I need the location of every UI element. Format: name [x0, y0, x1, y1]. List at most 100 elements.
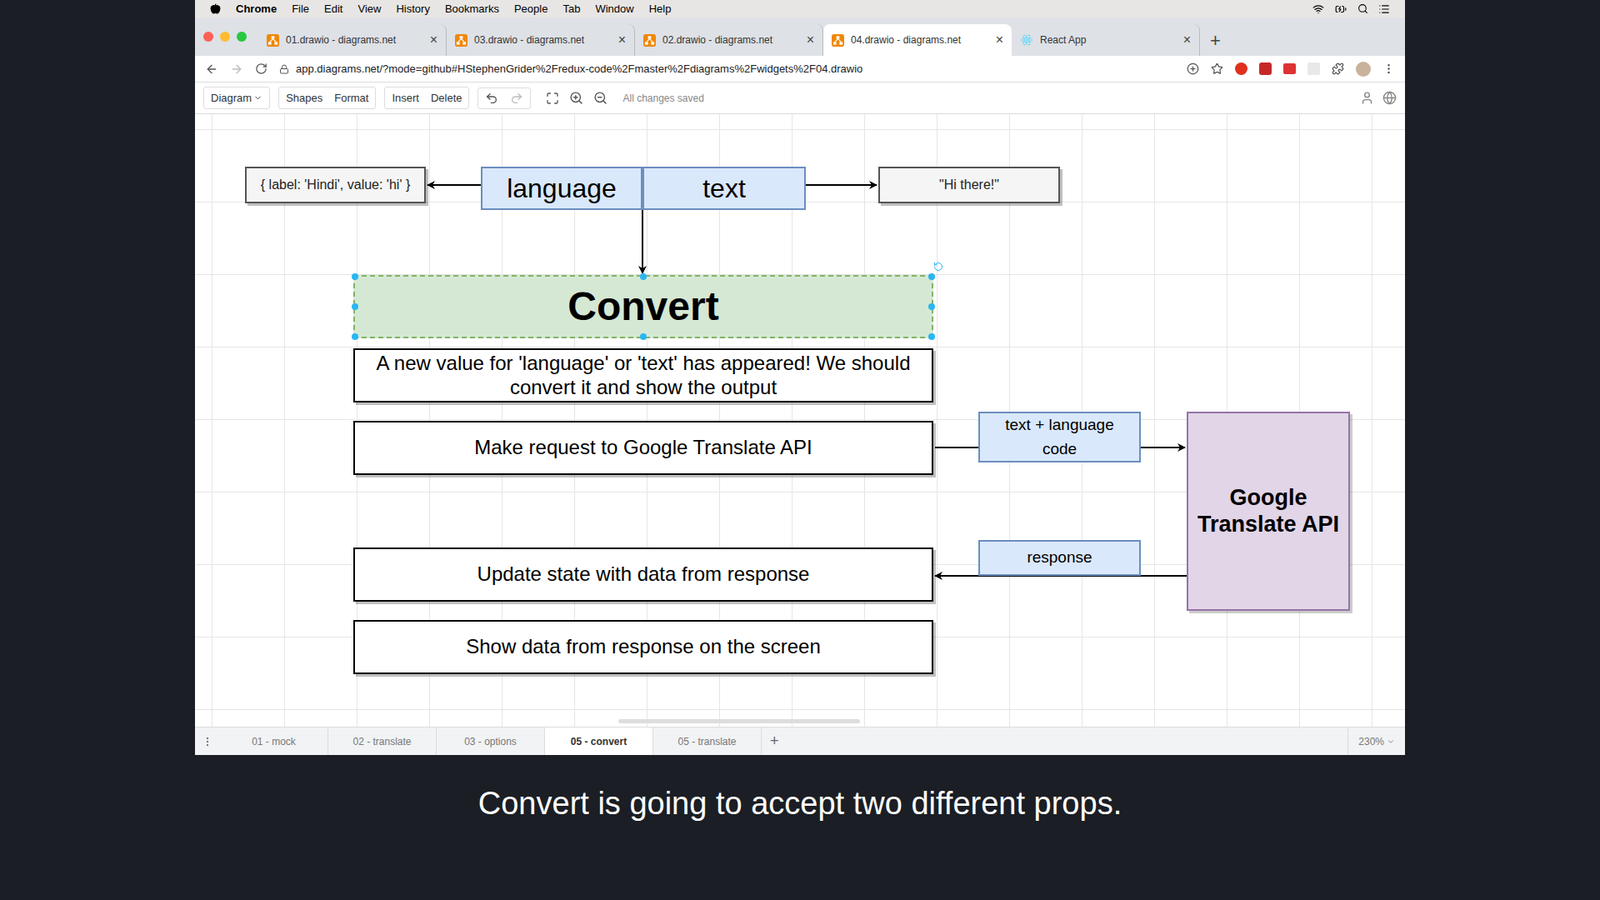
history-group: [477, 87, 531, 110]
add-page-button[interactable]: +: [761, 730, 788, 753]
edge-label-node[interactable]: text + language code: [978, 411, 1141, 463]
menu-item[interactable]: Bookmarks: [445, 0, 500, 18]
tab-close[interactable]: ×: [995, 33, 1004, 47]
menu-item[interactable]: Tab: [562, 0, 580, 18]
rotate-handle-icon[interactable]: [933, 261, 944, 272]
page-tab[interactable]: 05 - translate: [653, 727, 762, 755]
edge-arrow[interactable]: [427, 184, 481, 186]
extension-icon[interactable]: [1283, 63, 1296, 75]
resize-handle[interactable]: [351, 333, 359, 340]
menu-item[interactable]: Help: [649, 0, 672, 18]
node-label: Make request to Google Translate API: [474, 435, 813, 460]
control-center-icon[interactable]: [1378, 3, 1390, 15]
prop-node[interactable]: language: [480, 166, 643, 210]
close-dot[interactable]: [203, 31, 214, 42]
prop-node[interactable]: text: [642, 166, 806, 210]
lock-icon: [279, 64, 290, 75]
drawio-icon: [455, 34, 468, 47]
tab-close[interactable]: ×: [806, 33, 815, 47]
menu-item[interactable]: Edit: [324, 0, 343, 18]
diagram-canvas[interactable]: { label: 'Hindi', value: 'hi' } language t…: [195, 114, 1405, 727]
tab-close[interactable]: ×: [618, 33, 626, 47]
zoom-control[interactable]: 230%: [1347, 727, 1405, 755]
page-tab[interactable]: 01 - mock: [220, 727, 329, 755]
install-icon[interactable]: [1186, 62, 1200, 75]
menu-item[interactable]: View: [357, 0, 381, 18]
page-tab[interactable]: 03 - options: [436, 727, 545, 755]
forward-icon[interactable]: [230, 62, 244, 76]
browser-window: Chrome File Edit View History Bookmarks People…: [195, 0, 1405, 755]
step-node[interactable]: Show data from response on the screen: [353, 620, 934, 675]
edge-label-node[interactable]: response: [978, 540, 1141, 576]
toolbar-button[interactable]: Insert: [391, 90, 420, 107]
browser-tab[interactable]: 02.drawio - diagrams.net×: [635, 24, 824, 56]
page-tab[interactable]: 02 - translate: [328, 727, 437, 755]
menu-item[interactable]: Window: [595, 0, 634, 18]
horizontal-scrollbar[interactable]: [618, 719, 860, 724]
battery-icon[interactable]: [1334, 3, 1348, 15]
pages-menu-icon[interactable]: [201, 735, 214, 748]
component-node[interactable]: Convert: [353, 275, 934, 339]
apple-icon[interactable]: [210, 3, 221, 15]
node-label: text: [702, 168, 746, 209]
save-status: All changes saved: [622, 90, 704, 106]
resize-handle[interactable]: [351, 303, 359, 310]
value-node[interactable]: { label: 'Hindi', value: 'hi' }: [245, 166, 426, 204]
extension-icon[interactable]: [1259, 62, 1272, 75]
edge-arrow[interactable]: [805, 184, 877, 186]
diagram-menu[interactable]: Diagram: [203, 86, 270, 110]
menu-app[interactable]: Chrome: [235, 0, 277, 18]
new-tab-button[interactable]: +: [1200, 24, 1231, 56]
language-icon[interactable]: [1382, 90, 1397, 105]
extension-icon[interactable]: [1235, 62, 1248, 75]
step-node[interactable]: A new value for 'language' or 'text' has…: [353, 348, 934, 403]
resize-handle[interactable]: [928, 303, 935, 310]
browser-tab[interactable]: 03.drawio - diagrams.net×: [446, 24, 635, 56]
browser-tab[interactable]: 01.drawio - diagrams.net×: [258, 24, 447, 56]
fullscreen-icon[interactable]: [545, 91, 560, 105]
extensions-icon[interactable]: [1331, 62, 1345, 75]
wifi-icon[interactable]: [1312, 3, 1325, 15]
node-label: text + language code: [986, 413, 1133, 461]
browser-tab[interactable]: React App×: [1011, 24, 1200, 56]
edge-arrow[interactable]: [641, 203, 644, 274]
search-icon[interactable]: [1357, 3, 1369, 15]
zoom-out-icon[interactable]: [593, 90, 608, 105]
bookmark-icon[interactable]: [1210, 62, 1224, 75]
resize-handle[interactable]: [928, 333, 935, 340]
resize-handle[interactable]: [928, 273, 935, 280]
menu-item[interactable]: File: [291, 0, 310, 18]
toolbar-button[interactable]: Shapes: [285, 90, 323, 107]
reload-icon[interactable]: [255, 62, 268, 75]
tab-close[interactable]: ×: [1183, 33, 1191, 47]
profile-icon[interactable]: [1355, 61, 1371, 77]
toolbar-group: Shapes Format: [278, 86, 376, 110]
step-node[interactable]: Update state with data from response: [353, 547, 934, 602]
resize-handle[interactable]: [640, 333, 647, 340]
zoom-dot[interactable]: [236, 31, 247, 42]
browser-tab[interactable]: 04.drawio - diagrams.net×: [823, 24, 1012, 56]
resize-handle[interactable]: [640, 273, 647, 280]
toolbar-button[interactable]: Format: [334, 90, 369, 107]
back-icon[interactable]: [205, 62, 219, 76]
resize-handle[interactable]: [351, 273, 359, 280]
user-icon[interactable]: [1360, 90, 1375, 105]
step-node[interactable]: Make request to Google Translate API: [353, 420, 934, 475]
api-node[interactable]: Google Translate API: [1186, 411, 1350, 611]
zoom-in-icon[interactable]: [569, 90, 584, 105]
view-group: [539, 87, 615, 109]
node-label: response: [1026, 545, 1092, 570]
extension-icon[interactable]: [1307, 62, 1320, 75]
minimize-dot[interactable]: [220, 31, 230, 42]
drawio-icon: [831, 34, 845, 47]
page-tab[interactable]: 05 - convert: [545, 727, 654, 755]
url-field[interactable]: app.diagrams.net/?mode=github#HStephenGr…: [279, 60, 1175, 78]
menu-item[interactable]: People: [514, 0, 548, 18]
tab-close[interactable]: ×: [430, 33, 438, 47]
redo-icon[interactable]: [510, 91, 524, 105]
toolbar-button[interactable]: Delete: [430, 90, 463, 107]
value-node[interactable]: "Hi there!": [878, 166, 1060, 204]
menu-icon[interactable]: [1382, 62, 1395, 75]
undo-icon[interactable]: [485, 91, 499, 105]
menu-item[interactable]: History: [395, 0, 430, 18]
